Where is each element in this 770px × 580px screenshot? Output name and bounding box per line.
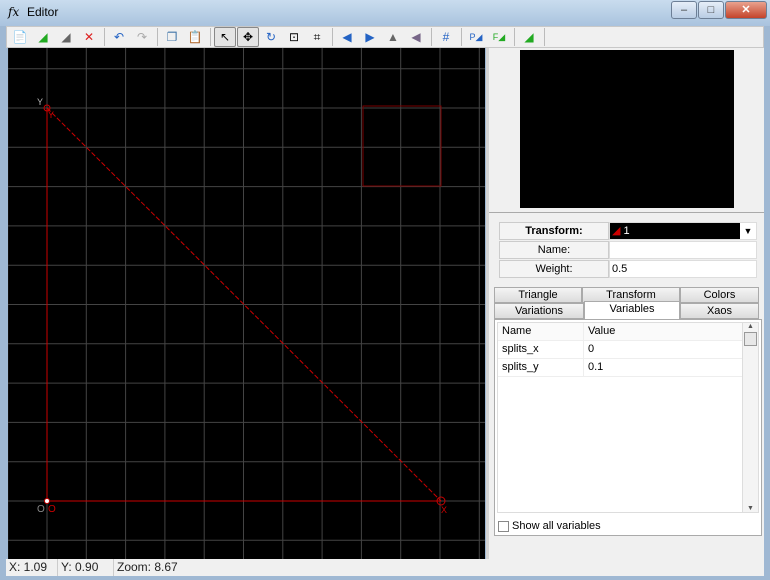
show-all-variables-option[interactable]: Show all variables xyxy=(498,520,601,532)
separator xyxy=(157,28,158,46)
show-all-variables-checkbox[interactable] xyxy=(498,520,509,532)
triangle-editor-canvas[interactable]: Y Y O O X xyxy=(8,48,485,559)
window-title: Editor xyxy=(27,5,59,19)
tab-variables[interactable]: Variables xyxy=(584,301,680,319)
scroll-up-icon[interactable]: ▲ xyxy=(743,323,758,330)
o-vertex-handle[interactable] xyxy=(44,498,50,504)
canvas-svg[interactable]: Y Y O O X xyxy=(8,48,485,559)
table-header: Name Value xyxy=(498,323,758,341)
status-x: X: 1.09 xyxy=(6,559,58,576)
delete-icon[interactable]: ✕ xyxy=(78,27,100,47)
status-bar: X: 1.09 Y: 0.90 Zoom: 8.67 xyxy=(6,559,764,576)
variable-value[interactable]: 0.1 xyxy=(584,359,603,376)
undo-icon[interactable]: ↶ xyxy=(108,27,130,47)
o-label: O xyxy=(48,504,56,515)
separator xyxy=(332,28,333,46)
preview-image xyxy=(520,50,734,208)
variable-value[interactable]: 0 xyxy=(584,341,594,358)
move-icon[interactable]: ✥ xyxy=(237,27,259,47)
flip-icon[interactable]: ⌗ xyxy=(306,27,328,47)
flip-horizontal-icon[interactable]: ▲ xyxy=(382,27,404,47)
separator xyxy=(461,28,462,46)
weight-input[interactable]: 0.5 xyxy=(609,260,757,278)
column-header-name[interactable]: Name xyxy=(498,323,584,340)
chevron-down-icon[interactable]: ▼ xyxy=(740,223,756,239)
divider xyxy=(489,212,764,213)
final-transform-icon[interactable]: F◢ xyxy=(488,27,510,47)
tab-xaos[interactable]: Xaos xyxy=(680,303,759,319)
separator xyxy=(104,28,105,46)
column-header-value[interactable]: Value xyxy=(584,323,615,340)
status-zoom: Zoom: 8.67 xyxy=(117,560,178,574)
rotate-icon[interactable]: ↻ xyxy=(260,27,282,47)
fx-icon: fx xyxy=(8,5,20,19)
x-label: X xyxy=(441,505,447,515)
weight-label: Weight: xyxy=(499,260,609,278)
add-transform-icon[interactable]: ◢ xyxy=(32,27,54,47)
table-row[interactable]: splits_x 0 xyxy=(498,341,758,359)
new-icon[interactable]: 📄 xyxy=(9,27,31,47)
right-panel: Transform: ◢ 1 ▼ Name: Weight: 0.5 Trian… xyxy=(486,48,764,559)
toolbar: 📄 ◢ ◢ ✕ ↶ ↷ ❐ 📋 ↖ ✥ ↻ ⊡ ⌗ ◀ ▶ ▲ ◀ # P◢ F… xyxy=(6,26,764,48)
title-bar: fx Editor – □ ✕ xyxy=(0,0,770,26)
tab-variations[interactable]: Variations xyxy=(494,303,584,319)
status-y: Y: 0.90 xyxy=(58,559,114,576)
separator xyxy=(544,28,545,46)
y-label: Y xyxy=(48,110,54,120)
scale-icon[interactable]: ⊡ xyxy=(283,27,305,47)
variable-name: splits_x xyxy=(498,341,584,358)
redo-icon[interactable]: ↷ xyxy=(131,27,153,47)
variables-panel: Name Value splits_x 0 splits_y 0.1 ▲ ▼ S… xyxy=(494,319,762,536)
separator xyxy=(514,28,515,46)
select-pointer-icon[interactable]: ↖ xyxy=(214,27,236,47)
transform-value: 1 xyxy=(623,225,630,237)
minimize-button[interactable]: – xyxy=(671,1,697,19)
rotate-left-icon[interactable]: ◀ xyxy=(336,27,358,47)
add-linked-icon[interactable]: ◢ xyxy=(518,27,540,47)
triangle-icon: ◢ xyxy=(612,225,621,237)
transform-label: Transform: xyxy=(499,222,609,240)
grid-icon[interactable]: # xyxy=(435,27,457,47)
separator xyxy=(431,28,432,46)
variable-name: splits_y xyxy=(498,359,584,376)
o-reference-label: O xyxy=(37,504,45,515)
transform-select[interactable]: ◢ 1 ▼ xyxy=(609,222,757,240)
close-button[interactable]: ✕ xyxy=(725,1,767,19)
flip-vertical-icon[interactable]: ◀ xyxy=(405,27,427,47)
scroll-down-icon[interactable]: ▼ xyxy=(743,505,758,512)
y-reference-label: Y xyxy=(37,97,43,107)
show-all-variables-label: Show all variables xyxy=(512,520,601,532)
separator xyxy=(210,28,211,46)
copy-icon[interactable]: ❐ xyxy=(161,27,183,47)
scroll-thumb[interactable] xyxy=(744,332,757,346)
rotate-right-icon[interactable]: ▶ xyxy=(359,27,381,47)
tab-colors[interactable]: Colors xyxy=(680,287,759,303)
maximize-button[interactable]: □ xyxy=(698,1,724,19)
name-input[interactable] xyxy=(609,241,757,259)
name-label: Name: xyxy=(499,241,609,259)
transform-form: Transform: ◢ 1 ▼ Name: Weight: 0.5 xyxy=(499,222,757,279)
tab-triangle[interactable]: Triangle xyxy=(494,287,582,303)
paste-icon[interactable]: 📋 xyxy=(184,27,206,47)
vertical-scrollbar[interactable]: ▲ ▼ xyxy=(742,323,758,512)
reference-rectangle xyxy=(362,105,442,187)
grid xyxy=(8,48,485,559)
table-row[interactable]: splits_y 0.1 xyxy=(498,359,758,377)
duplicate-icon[interactable]: ◢ xyxy=(55,27,77,47)
post-transform-icon[interactable]: P◢ xyxy=(465,27,487,47)
